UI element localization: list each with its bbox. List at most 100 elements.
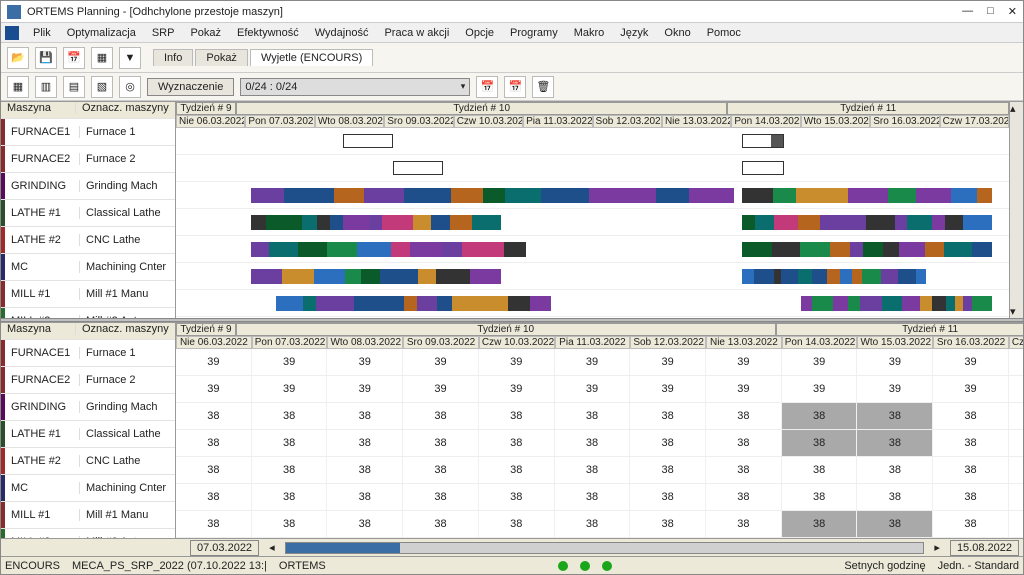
day-label[interactable]: Nie 06.03.2022 xyxy=(176,115,245,128)
day-label[interactable]: Wto 15.03.2022 xyxy=(801,115,870,128)
machine-row[interactable]: LATHE #2CNC Lathe xyxy=(1,448,175,475)
menu-efektywność[interactable]: Efektywność xyxy=(229,25,307,41)
day-label[interactable]: Wto 08.03.2022 xyxy=(315,115,384,128)
gantt-row[interactable] xyxy=(176,263,1009,290)
table-row[interactable]: 383838383838383838383838 xyxy=(176,430,1023,457)
day-label[interactable]: Sob 12.03.2022 xyxy=(593,115,662,128)
save-icon[interactable]: 💾 xyxy=(35,47,57,69)
day-label[interactable]: Pon 07.03.2022 xyxy=(252,336,328,350)
machine-row[interactable]: MILL #1Mill #1 Manu xyxy=(1,281,175,308)
day-label[interactable]: Pia 11.03.2022 xyxy=(555,336,631,350)
table-row[interactable]: 393939393939393939393939 xyxy=(176,376,1023,403)
grid-icon[interactable]: ▦ xyxy=(91,47,113,69)
day-label[interactable]: Wto 15.03.2022 xyxy=(857,336,933,350)
table-row[interactable]: 383838383838383838383838 xyxy=(176,403,1023,430)
cal-delete-icon[interactable]: 🗑 xyxy=(532,76,554,98)
menu-programy[interactable]: Programy xyxy=(502,25,566,41)
menu-wydajność[interactable]: Wydajność xyxy=(307,25,377,41)
gantt-row[interactable] xyxy=(176,290,1009,317)
gantt-task-box[interactable] xyxy=(343,134,393,148)
menu-pomoc[interactable]: Pomoc xyxy=(699,25,749,41)
range-combo[interactable]: 0/24 : 0/24 ▾ xyxy=(240,78,470,96)
minimize-button[interactable]: — xyxy=(962,5,973,18)
day-label[interactable]: Sro 16.03.2022 xyxy=(870,115,939,128)
gantt-task-bar[interactable] xyxy=(742,188,992,203)
day-label[interactable]: Sob 12.03.2022 xyxy=(630,336,706,350)
day-label[interactable]: Czw 10.03.2022 xyxy=(479,336,555,350)
tab-0[interactable]: Info xyxy=(153,49,193,66)
gantt-task-box[interactable] xyxy=(742,161,784,175)
machine-row[interactable]: FURNACE2Furnace 2 xyxy=(1,146,175,173)
machine-row[interactable]: FURNACE1Furnace 1 xyxy=(1,119,175,146)
tb-icon-4[interactable]: ▧ xyxy=(91,76,113,98)
designation-button[interactable]: Wyznaczenie xyxy=(147,78,234,96)
day-label[interactable]: Wto 08.03.2022 xyxy=(327,336,403,350)
menu-plik[interactable]: Plik xyxy=(25,25,59,41)
menu-makro[interactable]: Makro xyxy=(566,25,613,41)
day-label[interactable]: Czw 17.03.2022 xyxy=(1009,336,1023,350)
day-label[interactable]: Pon 07.03.2022 xyxy=(245,115,314,128)
day-label[interactable]: Pia 11.03.2022 xyxy=(523,115,592,128)
close-button[interactable]: ✕ xyxy=(1008,5,1017,18)
gantt-row[interactable] xyxy=(176,182,1009,209)
tb-icon-1[interactable]: ▦ xyxy=(7,76,29,98)
gantt-task-box[interactable] xyxy=(742,134,784,148)
gantt-task-bar[interactable] xyxy=(801,296,993,311)
gantt-row[interactable] xyxy=(176,317,1009,318)
menu-opcje[interactable]: Opcje xyxy=(457,25,502,41)
gantt-task-bar[interactable] xyxy=(251,215,501,230)
machine-row[interactable]: MCMachining Cnter xyxy=(1,475,175,502)
open-icon[interactable]: 📂 xyxy=(7,47,29,69)
gantt-task-bar[interactable] xyxy=(742,242,992,257)
tb-icon-5[interactable]: ◎ xyxy=(119,76,141,98)
maximize-button[interactable]: □ xyxy=(987,5,994,18)
menu-srp[interactable]: SRP xyxy=(144,25,183,41)
gantt-task-bar[interactable] xyxy=(251,242,526,257)
gantt-vscroll[interactable]: ▴▾ xyxy=(1009,102,1023,318)
day-label[interactable]: Czw 10.03.2022 xyxy=(454,115,523,128)
gantt-task-bar[interactable] xyxy=(251,269,501,284)
machine-row[interactable]: LATHE #2CNC Lathe xyxy=(1,227,175,254)
gantt-task-bar[interactable] xyxy=(251,188,734,203)
day-label[interactable]: Pon 14.03.2022 xyxy=(782,336,858,350)
calendar-icon[interactable]: 📅 xyxy=(63,47,85,69)
filter-icon[interactable]: ▼ xyxy=(119,47,141,69)
machine-row[interactable]: FURNACE2Furnace 2 xyxy=(1,367,175,394)
day-label[interactable]: Sro 09.03.2022 xyxy=(403,336,479,350)
menu-okno[interactable]: Okno xyxy=(656,25,698,41)
machine-row[interactable]: MILL #2Mill #2 Auto xyxy=(1,529,175,539)
gantt-task-bar[interactable] xyxy=(742,269,925,284)
gantt-row[interactable] xyxy=(176,155,1009,182)
day-label[interactable]: Nie 06.03.2022 xyxy=(176,336,252,350)
tb-icon-3[interactable]: ▤ xyxy=(63,76,85,98)
menu-pokaż[interactable]: Pokaż xyxy=(182,25,229,41)
day-label[interactable]: Nie 13.03.2022 xyxy=(662,115,731,128)
day-label[interactable]: Czw 17.03.2022 xyxy=(940,115,1009,128)
side-header-machine[interactable]: Maszyna xyxy=(1,323,76,335)
table-row[interactable]: 393939393939393939393939 xyxy=(176,349,1023,376)
gantt-task-box[interactable] xyxy=(393,161,443,175)
day-label[interactable]: Nie 13.03.2022 xyxy=(706,336,782,350)
timeline-scrollbar[interactable] xyxy=(285,542,925,554)
menu-praca w akcji[interactable]: Praca w akcji xyxy=(376,25,457,41)
menu-optymalizacja[interactable]: Optymalizacja xyxy=(59,25,144,41)
table-row[interactable]: 383838383838383838383838 xyxy=(176,511,1023,538)
machine-row[interactable]: MILL #1Mill #1 Manu xyxy=(1,502,175,529)
machine-row[interactable]: MILL #2Mill #2 Auto xyxy=(1,308,175,318)
cal-btn-1[interactable]: 📅 xyxy=(476,76,498,98)
machine-row[interactable]: GRINDINGGrinding Mach xyxy=(1,173,175,200)
gantt-task-bar[interactable] xyxy=(276,296,551,311)
gantt-row[interactable] xyxy=(176,128,1009,155)
side-header-machine[interactable]: Maszyna xyxy=(1,102,76,114)
gantt-row[interactable] xyxy=(176,236,1009,263)
hscroll-left-icon[interactable]: ◂ xyxy=(269,541,275,554)
day-label[interactable]: Sro 09.03.2022 xyxy=(384,115,453,128)
gantt-row[interactable] xyxy=(176,209,1009,236)
day-label[interactable]: Pon 14.03.2022 xyxy=(731,115,800,128)
tab-2[interactable]: Wyjetle (ENCOURS) xyxy=(250,49,373,66)
hscroll-right-icon[interactable]: ▸ xyxy=(934,541,940,554)
day-label[interactable]: Sro 16.03.2022 xyxy=(933,336,1009,350)
cal-btn-2[interactable]: 📅 xyxy=(504,76,526,98)
machine-row[interactable]: LATHE #1Classical Lathe xyxy=(1,200,175,227)
machine-row[interactable]: GRINDINGGrinding Mach xyxy=(1,394,175,421)
